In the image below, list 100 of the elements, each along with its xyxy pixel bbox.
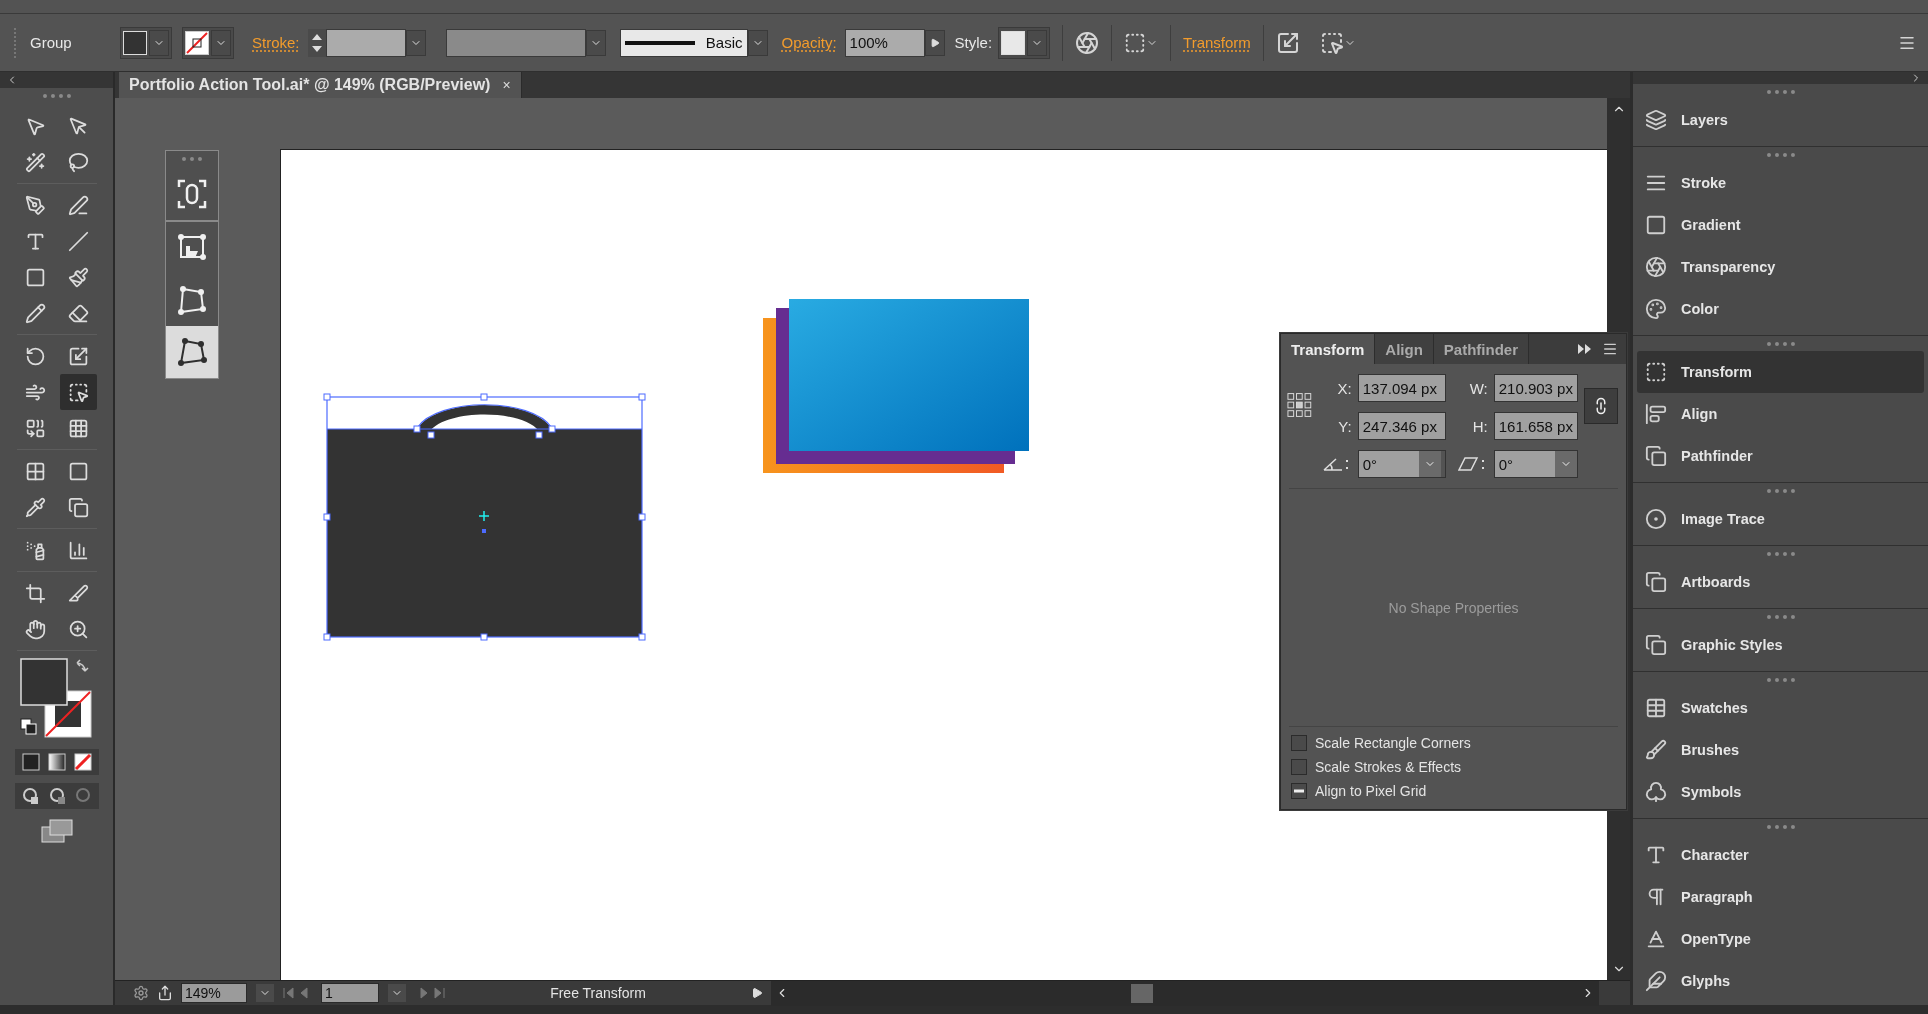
trapezoid-icon [176,285,208,315]
checkbox[interactable] [1291,783,1307,799]
play-icon[interactable] [751,987,763,999]
reference-point-icon[interactable] [1287,392,1312,418]
color-wheel-button[interactable] [1075,30,1100,55]
panel-item[interactable]: Layers [1637,99,1924,141]
isolate-button[interactable] [1319,30,1356,55]
tool-button[interactable] [59,374,97,410]
panel-item[interactable]: Transform [1637,351,1924,393]
fill-swatch[interactable] [123,30,147,55]
color-mode-buttons-drawing[interactable] [14,749,99,775]
align-options-button[interactable] [1124,31,1159,54]
dropdown-button[interactable] [1027,29,1048,56]
document-title: Portfolio Action Tool.ai* @ 149% (RGB/Preview) [129,76,491,94]
opacity-link[interactable]: Opacity: [781,34,837,51]
table-icon [1645,697,1667,719]
rotate-field[interactable]: 0° [1357,450,1446,478]
transform-link[interactable]: Transform [1183,34,1251,51]
artboard-field[interactable]: 1 [321,983,379,1003]
pen-icon [67,194,89,216]
draw-mode-buttons-drawing[interactable] [14,783,99,809]
bracketed-link-icon [176,178,208,210]
panel-item[interactable]: Align [1637,393,1924,435]
transform-mode-button[interactable] [166,326,218,378]
gear-icon[interactable] [133,985,149,1001]
panel-item[interactable]: Artboards [1637,561,1924,603]
dropdown-button[interactable] [405,29,426,56]
pen-nib-icon [24,194,46,216]
document-tab[interactable]: Portfolio Action Tool.ai* @ 149% (RGB/Preview) × [119,72,522,98]
brush-field[interactable]: Basic [619,28,748,57]
aperture-icon [1075,30,1100,55]
club-icon [1645,781,1667,803]
panel-item[interactable]: Swatches [1637,687,1924,729]
field-label: H: [1471,417,1488,435]
option-label: Scale Strokes & Effects [1315,759,1462,775]
coordinate-field[interactable]: 161.658 px [1493,412,1578,440]
no-stroke-swatch[interactable] [185,30,209,55]
panel-tab[interactable]: Transform [1281,334,1376,364]
panel-item[interactable]: Gradient [1637,204,1924,246]
shrink-box-button[interactable] [1275,30,1300,55]
square-icon [67,460,89,482]
dashed-box-pointer-icon [1319,30,1344,55]
constrain-proportions-button[interactable] [1583,388,1618,424]
stroke-weight-field[interactable] [325,28,406,57]
panel-item[interactable]: Image Trace [1637,498,1924,540]
crop-icon [24,582,46,604]
share-icon[interactable] [157,985,173,1001]
spinner-arrows-icon[interactable] [307,28,326,57]
quadrilateral-icon [176,337,208,367]
shapes-icon [24,417,46,439]
coordinate-field[interactable]: 210.903 px [1493,374,1578,402]
slider-button[interactable] [924,29,945,56]
dash-icon [1293,789,1305,793]
variable-width-field[interactable] [445,28,586,57]
type-icon [1645,844,1667,866]
panel-item[interactable]: Symbols [1637,771,1924,813]
opacity-field[interactable]: 100% [844,28,925,57]
scroll-thumb[interactable] [1131,983,1153,1003]
scale-icon [1275,30,1300,55]
panel-item[interactable]: Character [1637,834,1924,876]
panel-tab[interactable]: Align [1375,334,1434,364]
dropdown-button[interactable] [387,983,407,1003]
grid-icon [24,460,46,482]
paintbrush-icon [67,266,89,288]
style-swatch[interactable] [1001,30,1026,55]
panel-item[interactable]: Graphic Styles [1637,624,1924,666]
panel-item[interactable]: OpenType [1637,918,1924,960]
copy-icon [67,496,89,518]
magic-wand-icon [24,151,46,173]
coordinate-field[interactable]: 137.094 px [1357,374,1446,402]
close-tab-button[interactable]: × [502,77,511,93]
dropdown-button[interactable] [255,983,275,1003]
stroke-link[interactable]: Stroke: [252,34,300,51]
zoom-field[interactable]: 149% [181,983,247,1003]
align-icon [1645,403,1667,425]
coordinate-field[interactable]: 247.346 px [1357,412,1446,440]
panel-item[interactable]: Color [1637,288,1924,330]
copy-icon [1645,571,1667,593]
option-label: Align to Pixel Grid [1315,783,1427,799]
brush-icon [1645,739,1667,761]
panel-item[interactable]: Glyphs [1637,960,1924,1002]
field-label: X: [1336,379,1352,397]
square-icon [1645,214,1667,236]
panel-item[interactable]: Transparency [1637,246,1924,288]
shear-field[interactable]: 0° [1493,450,1578,478]
pencil-icon [24,302,46,324]
double-arrow-icon[interactable] [1578,344,1592,354]
panel-item[interactable]: Pathfinder [1637,435,1924,477]
dropdown-button[interactable] [747,29,768,56]
panel-item[interactable]: Paragraph [1637,876,1924,918]
rotate-icon [24,345,46,367]
checkbox[interactable] [1291,735,1307,751]
screen-mode-icon[interactable] [40,819,73,843]
eyedropper-icon [24,496,46,518]
checkbox[interactable] [1291,759,1307,775]
panel-item[interactable]: Stroke [1637,162,1924,204]
dropdown-button[interactable] [585,29,606,56]
panel-item[interactable]: Brushes [1637,729,1924,771]
panel-tab[interactable]: Pathfinder [1433,334,1530,364]
panel-menu-icon[interactable] [1602,341,1618,357]
